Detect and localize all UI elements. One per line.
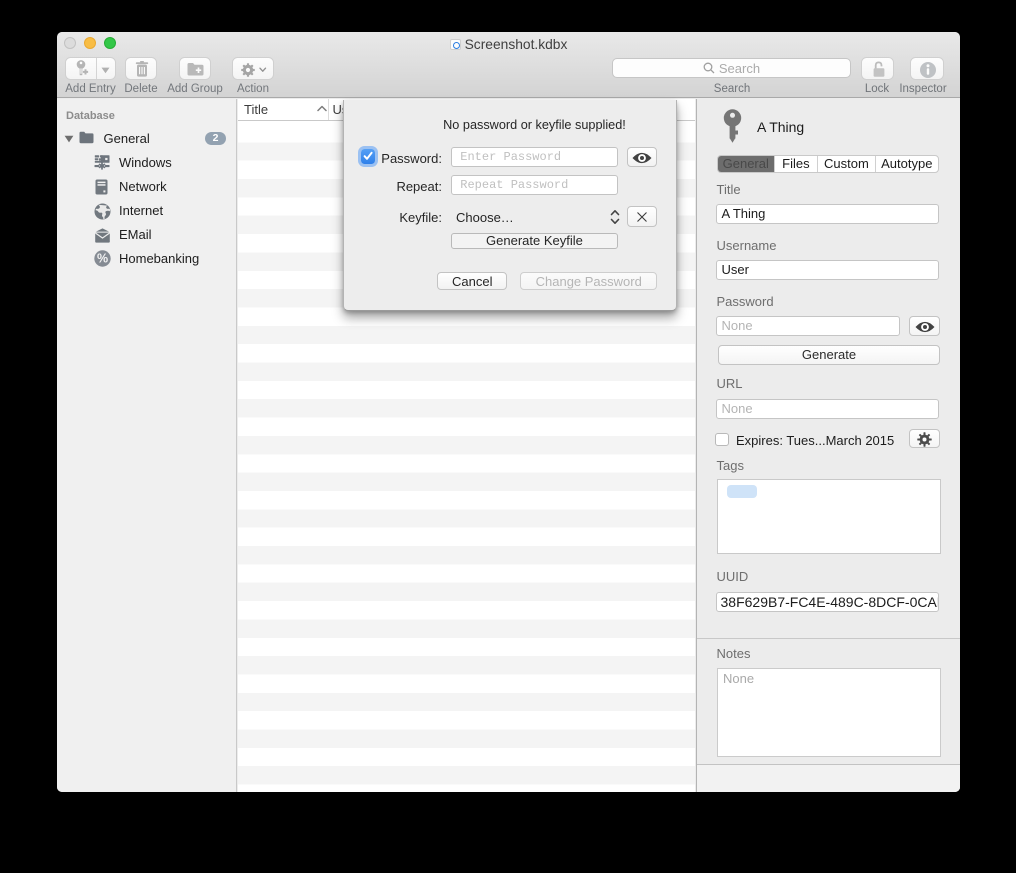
svg-text:%: % (97, 252, 108, 266)
